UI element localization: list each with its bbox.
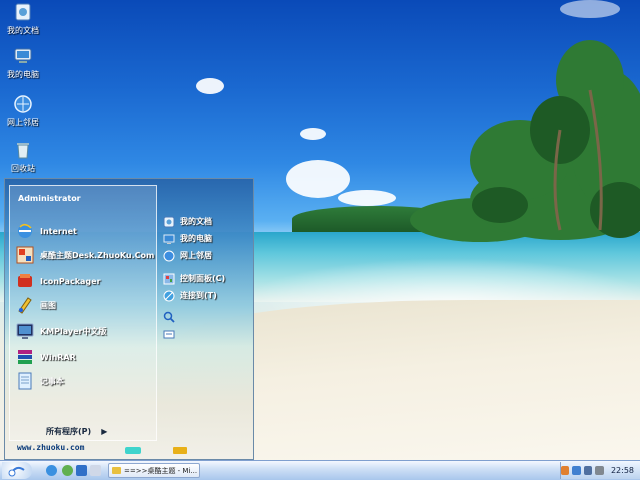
start-menu-places-panel: 我的文档 我的电脑 网上邻居 控制面板(C) 连接到(T) xyxy=(163,213,253,342)
start-menu-link-run[interactable] xyxy=(163,325,253,342)
start-menu-item-winrar[interactable]: WinRAR xyxy=(16,346,76,368)
my-computer-icon xyxy=(13,46,33,66)
log-off-button[interactable] xyxy=(125,447,141,454)
desktop-icon-recycle-bin[interactable]: 回收站 xyxy=(0,140,46,174)
network-places-icon xyxy=(163,250,175,262)
start-menu-link-connect-to[interactable]: 连接到(T) xyxy=(163,287,253,304)
start-menu-link-label: 网上邻居 xyxy=(180,251,212,260)
all-programs-button[interactable]: 所有程序(P) ▶ xyxy=(46,426,107,437)
arrow-right-icon: ▶ xyxy=(101,427,108,436)
desktop-icon-label: 我的文档 xyxy=(7,26,39,35)
my-computer-icon xyxy=(163,233,175,245)
quick-launch-explorer-icon[interactable] xyxy=(90,465,101,476)
start-menu-link-label: 我的文档 xyxy=(180,217,212,226)
my-documents-icon xyxy=(163,216,175,228)
desktop-icon-label: 网上邻居 xyxy=(7,118,39,127)
start-menu-link-search[interactable] xyxy=(163,308,253,325)
all-programs-label: 所有程序(P) xyxy=(46,427,92,436)
tray-app-icon[interactable] xyxy=(595,466,604,475)
quick-launch-media-icon[interactable] xyxy=(62,465,73,476)
start-menu-item-label: 记事本 xyxy=(40,376,64,386)
start-menu-link-label: 连接到(T) xyxy=(180,291,217,300)
network-places-icon xyxy=(13,94,33,114)
start-menu-item-label: Internet xyxy=(40,226,77,236)
taskbar: ==>>桌酷主题 - Mi... 22:58 xyxy=(0,460,640,480)
run-icon xyxy=(163,328,175,340)
paint-icon xyxy=(16,296,34,314)
system-tray: 22:58 xyxy=(560,462,640,479)
start-button[interactable] xyxy=(2,462,32,479)
start-menu-link-label: 控制面板(C) xyxy=(180,274,226,283)
start-menu-link-my-computer[interactable]: 我的电脑 xyxy=(163,230,253,247)
start-menu-link-network-places[interactable]: 网上邻居 xyxy=(163,247,253,264)
start-menu-link-label: 我的电脑 xyxy=(180,234,212,243)
cloud xyxy=(196,78,224,94)
network-icon[interactable] xyxy=(572,466,581,475)
desktop-icon-label: 回收站 xyxy=(11,164,35,173)
start-menu-item-zhuoku-theme[interactable]: 桌酷主题Desk.ZhuoKu.Com xyxy=(16,244,154,266)
start-menu-user-name: Administrator xyxy=(18,194,81,203)
clock[interactable]: 22:58 xyxy=(611,466,634,475)
cloud xyxy=(560,0,620,18)
start-menu-item-iconpackager[interactable]: IconPackager xyxy=(16,270,101,292)
start-menu-item-notepad[interactable]: 记事本 xyxy=(16,370,64,392)
start-menu-item-internet[interactable]: Internet xyxy=(16,220,77,242)
start-menu-programs-panel: Administrator Internet 桌酷主题Desk.ZhuoKu.C… xyxy=(9,185,157,441)
quick-launch-ie-icon[interactable] xyxy=(46,465,57,476)
winrar-icon xyxy=(16,348,34,366)
desktop-icon-label: 我的电脑 xyxy=(7,70,39,79)
start-menu-item-label: IconPackager xyxy=(40,276,101,286)
control-panel-icon xyxy=(163,273,175,285)
taskbar-window-button[interactable]: ==>>桌酷主题 - Mi... xyxy=(108,463,200,478)
recycle-bin-icon xyxy=(13,140,33,160)
internet-explorer-icon xyxy=(16,222,34,240)
start-menu-item-label: 桌酷主题Desk.ZhuoKu.Com xyxy=(40,250,155,260)
kmplayer-icon xyxy=(16,322,34,340)
taskbar-window-label: ==>>桌酷主题 - Mi... xyxy=(124,466,198,475)
start-menu-footer: www.zhuoku.com xyxy=(5,441,253,459)
start-menu: Administrator Internet 桌酷主题Desk.ZhuoKu.C… xyxy=(4,178,254,460)
messenger-icon[interactable] xyxy=(561,466,570,475)
start-menu-item-label: 画图 xyxy=(40,300,56,310)
palm-trees xyxy=(410,40,640,242)
start-menu-item-paint[interactable]: 画图 xyxy=(16,294,56,316)
desktop-icon-my-documents[interactable]: 我的文档 xyxy=(0,2,46,36)
zhuoku-theme-icon xyxy=(16,246,34,264)
footer-url[interactable]: www.zhuoku.com xyxy=(17,443,84,452)
start-menu-item-label: WinRAR xyxy=(40,352,76,362)
volume-icon[interactable] xyxy=(583,466,593,475)
quick-launch-desktop-icon[interactable] xyxy=(76,465,87,476)
start-menu-item-label: KMPlayer中文版 xyxy=(40,326,107,336)
desktop-icon-network-places[interactable]: 网上邻居 xyxy=(0,94,46,128)
folder-icon xyxy=(112,467,121,474)
desktop-icon-my-computer[interactable]: 我的电脑 xyxy=(0,46,46,80)
search-icon xyxy=(163,311,175,323)
connect-to-icon xyxy=(163,290,175,302)
iconpackager-icon xyxy=(16,272,34,290)
shut-down-button[interactable] xyxy=(173,447,187,454)
my-documents-icon xyxy=(13,2,33,22)
start-menu-item-kmplayer[interactable]: KMPlayer中文版 xyxy=(16,320,107,342)
start-menu-link-control-panel[interactable]: 控制面板(C) xyxy=(163,270,253,287)
start-logo-icon xyxy=(8,466,25,477)
notepad-icon xyxy=(16,372,34,390)
start-menu-link-my-documents[interactable]: 我的文档 xyxy=(163,213,253,230)
